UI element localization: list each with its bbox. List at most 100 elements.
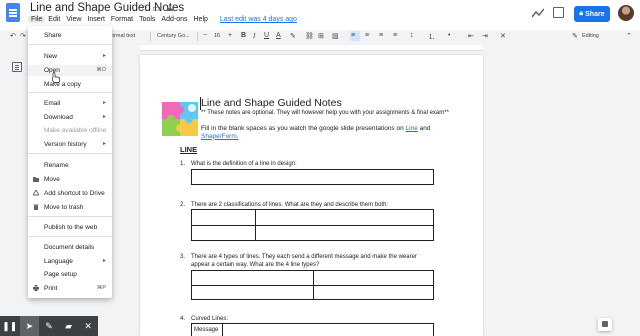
menu-file[interactable]: File: [28, 16, 46, 23]
move-folder-icon[interactable]: ▭: [152, 3, 161, 14]
menu-view[interactable]: View: [63, 16, 84, 23]
menu-item-offline: Make available offline: [28, 125, 112, 136]
font-size-input[interactable]: 16: [214, 33, 220, 39]
editing-mode-select[interactable]: Editing: [582, 33, 599, 39]
question-text: What is the definition of a line in desi…: [191, 161, 297, 167]
lock-icon: 🔒︎: [579, 10, 584, 17]
expand-icon[interactable]: ⌃: [626, 32, 632, 40]
menu-format[interactable]: Format: [108, 16, 136, 23]
menu-item-label: Add shortcut to Drive: [44, 190, 105, 197]
highlighter-icon[interactable]: ▰: [59, 316, 79, 336]
menu-item-label: Language: [44, 258, 73, 265]
menu-item-page-setup[interactable]: Page setup: [28, 269, 112, 280]
star-icon[interactable]: ☆: [140, 3, 148, 14]
menu-item-label: Document details: [44, 244, 95, 251]
menu-item-trash[interactable]: Move to trash: [28, 202, 112, 213]
menu-insert[interactable]: Insert: [84, 16, 108, 23]
menu-item-open[interactable]: Open ⌘O: [28, 65, 112, 76]
explore-button-icon[interactable]: [598, 318, 612, 331]
close-icon[interactable]: ✕: [78, 316, 98, 336]
table-divider: [192, 225, 433, 226]
highlight-icon[interactable]: ✎: [290, 32, 296, 40]
document-outline-icon[interactable]: [12, 62, 22, 72]
menu-item-email[interactable]: Email ▸: [28, 98, 112, 109]
question-2: 2. There are 2 classifications of lines. …: [180, 202, 388, 208]
comment-history-icon[interactable]: [553, 7, 564, 18]
answer-table-4[interactable]: Message: [191, 323, 434, 336]
link-icon[interactable]: ⛓: [305, 32, 314, 40]
question-number: 4.: [180, 316, 186, 322]
submenu-arrow-icon: ▸: [102, 258, 106, 264]
justify-icon[interactable]: ≡: [393, 32, 397, 39]
instructions-and: and: [417, 125, 431, 132]
submenu-arrow-icon: ▸: [102, 114, 106, 120]
question-1: 1. What is the definition of a line in de…: [180, 161, 297, 167]
puzzle-logo-image: [162, 102, 198, 136]
indent-increase-icon[interactable]: ⇥: [482, 32, 488, 40]
table-cell-message: Message: [194, 327, 219, 333]
instructions-prefix: Fill in the blank spaces as you watch th…: [201, 125, 406, 132]
menu-item-rename[interactable]: Rename: [28, 160, 112, 171]
question-number: 3.: [180, 254, 186, 260]
text-color-icon[interactable]: A: [276, 32, 281, 39]
optional-note: ** These notes are optional. They will h…: [201, 110, 449, 116]
undo-icon[interactable]: ↶: [10, 32, 16, 40]
indent-decrease-icon[interactable]: ⇤: [468, 32, 474, 40]
pointer-icon[interactable]: ➤: [19, 316, 40, 336]
shape-form-link[interactable]: Shape/Form.: [201, 133, 239, 140]
menu-item-label: Move to trash: [44, 204, 84, 211]
document-page[interactable]: Line and Shape Guided Notes ** These not…: [140, 55, 483, 336]
menu-divider: [28, 216, 112, 217]
menu-item-label: Email: [44, 100, 61, 107]
section-heading-line: LINE: [180, 145, 198, 154]
image-icon[interactable]: ▨: [332, 32, 339, 40]
menu-item-share[interactable]: Share: [28, 30, 112, 41]
pause-icon[interactable]: ❚❚: [0, 316, 20, 336]
ruler[interactable]: [140, 45, 483, 51]
answer-table-2[interactable]: [191, 209, 434, 241]
line-spacing-icon[interactable]: ↕: [410, 32, 414, 39]
share-button[interactable]: 🔒︎ Share: [574, 6, 610, 22]
menu-item-print[interactable]: Print ⌘P: [28, 283, 112, 294]
menu-item-add-shortcut[interactable]: Add shortcut to Drive: [28, 188, 112, 199]
menu-item-version-history[interactable]: Version history ▸: [28, 139, 112, 150]
clear-format-icon[interactable]: ✕: [500, 32, 506, 40]
menu-item-document-details[interactable]: Document details: [28, 242, 112, 253]
answer-table-3[interactable]: [191, 270, 434, 300]
align-center-icon[interactable]: ≡: [365, 32, 369, 39]
increase-font-icon[interactable]: +: [228, 32, 232, 39]
redo-icon[interactable]: ↷: [20, 32, 26, 40]
menu-item-publish[interactable]: Publish to the web: [28, 222, 112, 233]
align-right-icon[interactable]: ≡: [379, 32, 383, 39]
menu-item-move[interactable]: Move: [28, 174, 112, 185]
pen-icon[interactable]: ✎: [39, 316, 59, 336]
decrease-font-icon[interactable]: −: [203, 32, 207, 39]
numbered-list-icon[interactable]: ⒈: [428, 32, 435, 42]
align-left-icon[interactable]: ≡: [351, 32, 355, 39]
comment-icon[interactable]: ⊞: [318, 32, 324, 40]
avatar[interactable]: [618, 5, 634, 21]
pencil-icon[interactable]: ✎: [572, 32, 578, 40]
bold-icon[interactable]: B: [241, 32, 246, 39]
docs-logo-icon[interactable]: [6, 3, 20, 22]
last-edit-link[interactable]: Last edit was 4 days ago: [217, 16, 300, 23]
underline-icon[interactable]: U: [264, 32, 269, 39]
menu-item-language[interactable]: Language ▸: [28, 256, 112, 267]
menu-edit[interactable]: Edit: [45, 16, 63, 23]
cloud-status-icon[interactable]: ☁: [165, 3, 174, 14]
menu-help[interactable]: Help: [191, 16, 211, 23]
toolbar-divider: [197, 32, 198, 41]
menu-item-make-copy[interactable]: Make a copy: [28, 79, 112, 90]
italic-icon[interactable]: I: [253, 32, 255, 40]
bulleted-list-icon[interactable]: •: [448, 32, 450, 39]
menu-item-download[interactable]: Download ▸: [28, 112, 112, 123]
menu-addons[interactable]: Add-ons: [158, 16, 190, 23]
menu-item-new[interactable]: New ▸: [28, 51, 112, 62]
line-link[interactable]: Line: [406, 125, 418, 132]
menu-tools[interactable]: Tools: [136, 16, 158, 23]
font-select[interactable]: Century Go...: [157, 33, 190, 39]
answer-box-1[interactable]: [191, 169, 434, 185]
file-menu-dropdown: Share New ▸ Open ⌘O Make a copy Email ▸ Dow…: [28, 26, 112, 298]
activity-dashboard-icon[interactable]: [532, 8, 544, 18]
menu-divider: [28, 153, 112, 154]
